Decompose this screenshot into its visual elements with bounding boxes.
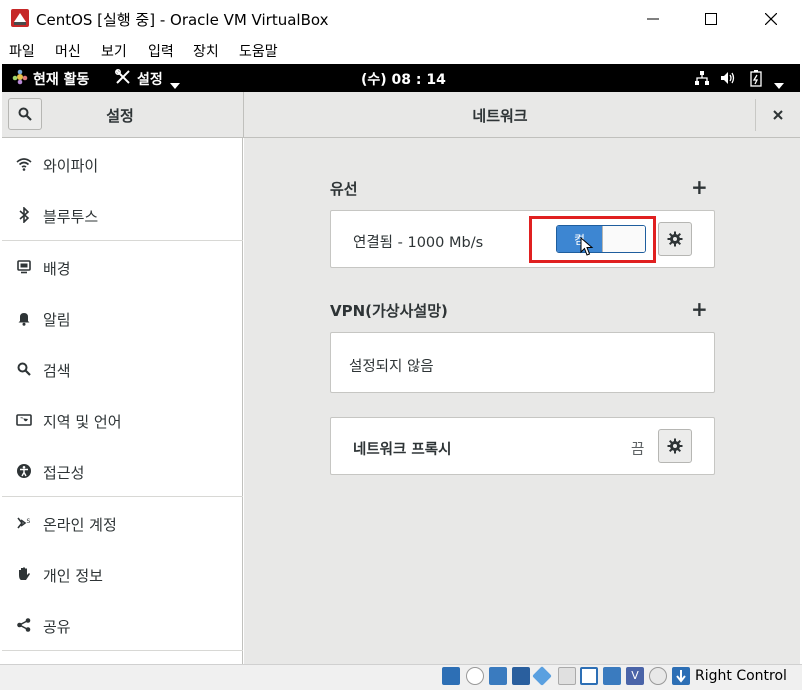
sidebar-item-bluetooth[interactable]: 블루투스 — [2, 190, 243, 241]
search-icon — [18, 107, 32, 121]
mouse-cursor-icon — [580, 236, 594, 257]
mouse-integration-status-icon[interactable] — [649, 667, 667, 685]
sidebar-item-online-accounts[interactable]: S 온라인 계정 — [2, 498, 243, 549]
clock[interactable]: (수) 08 : 14 — [361, 69, 446, 89]
sidebar-item-search[interactable]: 검색 — [2, 344, 243, 395]
hard-disk-status-icon[interactable] — [442, 667, 460, 685]
sidebar-item-background[interactable]: 배경 — [2, 242, 243, 293]
wired-settings-button[interactable] — [658, 222, 692, 256]
close-settings-button[interactable] — [764, 104, 792, 126]
optical-drive-status-icon[interactable] — [466, 667, 484, 685]
audio-status-icon[interactable] — [489, 667, 507, 685]
display-status-icon[interactable] — [580, 667, 598, 685]
online-accounts-icon: S — [16, 515, 32, 531]
wired-section-title: 유선 — [330, 180, 358, 198]
virtualization-status-icon[interactable]: V — [626, 667, 644, 685]
menu-devices[interactable]: 장치 — [193, 41, 219, 61]
wifi-icon — [16, 156, 32, 172]
add-wired-button[interactable]: + — [691, 175, 708, 199]
close-window-button[interactable] — [748, 0, 794, 38]
app-menu-button[interactable]: 설정 — [137, 69, 163, 89]
search-icon — [16, 361, 32, 377]
sidebar-item-label: 공유 — [43, 618, 71, 636]
maximize-button[interactable] — [688, 0, 734, 38]
sidebar-item-label: 와이파이 — [43, 157, 99, 175]
system-menu-chevron-icon[interactable] — [774, 74, 784, 89]
share-icon — [16, 617, 32, 633]
close-icon — [773, 110, 783, 120]
network-adapter-status-icon[interactable] — [512, 667, 530, 685]
sidebar-item-privacy[interactable]: 개인 정보 — [2, 549, 243, 600]
background-icon — [16, 259, 32, 275]
region-icon — [16, 412, 32, 428]
wired-status-text: 연결됨 - 1000 Mb/s — [353, 235, 484, 251]
tools-icon — [114, 68, 132, 86]
sidebar-item-notifications[interactable]: 알림 — [2, 293, 243, 344]
vpn-section-title: VPN(가상사설망) — [330, 302, 448, 320]
activities-button[interactable]: 현재 활동 — [33, 69, 89, 89]
sidebar-item-wifi[interactable]: 와이파이 — [2, 139, 243, 190]
panel-title: 네트워크 — [472, 107, 528, 125]
maximize-icon — [705, 13, 717, 25]
sidebar-item-label: 블루투스 — [43, 208, 99, 226]
battery-icon[interactable] — [750, 69, 762, 87]
menu-input[interactable]: 입력 — [148, 41, 174, 61]
sidebar-item-label: 알림 — [43, 311, 71, 329]
sidebar-item-region[interactable]: 지역 및 언어 — [2, 395, 243, 446]
sidebar-item-label: 온라인 계정 — [43, 516, 117, 534]
minimize-button[interactable] — [630, 0, 676, 38]
shared-folders-status-icon[interactable] — [558, 667, 576, 685]
minimize-icon — [647, 18, 659, 20]
window-title: CentOS [실행 중] - Oracle VM VirtualBox — [36, 11, 329, 29]
add-vpn-button[interactable]: + — [691, 297, 708, 321]
sidebar-item-sharing[interactable]: 공유 — [2, 600, 243, 651]
bell-icon — [16, 310, 32, 326]
settings-title: 설정 — [106, 107, 134, 125]
sidebar-divider — [2, 650, 243, 651]
host-key-label: Right Control — [695, 668, 787, 684]
activities-icon — [12, 69, 28, 85]
vpn-status-text: 설정되지 않음 — [349, 359, 434, 375]
header-close-divider — [755, 99, 756, 131]
sidebar-item-label: 배경 — [43, 260, 71, 278]
menu-machine[interactable]: 머신 — [55, 41, 81, 61]
keyboard-capture-status-icon[interactable] — [672, 667, 690, 685]
video-capture-status-icon[interactable] — [603, 667, 621, 685]
privacy-hand-icon — [16, 566, 32, 582]
search-button[interactable] — [8, 98, 42, 130]
sidebar-item-label: 개인 정보 — [43, 567, 103, 585]
chevron-down-icon — [170, 74, 180, 89]
sidebar-divider — [2, 496, 243, 497]
proxy-title: 네트워크 프록시 — [353, 442, 452, 458]
gear-icon — [667, 231, 683, 247]
accessibility-icon — [16, 463, 32, 479]
menu-file[interactable]: 파일 — [9, 41, 35, 61]
sidebar-item-label: 검색 — [43, 362, 71, 380]
menu-help[interactable]: 도움말 — [239, 41, 278, 61]
proxy-settings-button[interactable] — [658, 429, 692, 463]
sidebar-divider — [2, 240, 243, 241]
virtualbox-app-icon — [10, 8, 30, 28]
menu-view[interactable]: 보기 — [101, 41, 127, 61]
sidebar-item-accessibility[interactable]: 접근성 — [2, 446, 243, 497]
proxy-state: 끔 — [631, 442, 645, 458]
network-status-icon[interactable] — [694, 70, 710, 86]
sidebar-item-label: 접근성 — [43, 464, 85, 482]
gear-icon — [667, 438, 683, 454]
svg-text:S: S — [27, 518, 31, 525]
close-icon — [765, 13, 777, 25]
volume-icon[interactable] — [720, 70, 736, 86]
bluetooth-icon — [16, 207, 32, 223]
sidebar-item-label: 지역 및 언어 — [43, 413, 122, 431]
